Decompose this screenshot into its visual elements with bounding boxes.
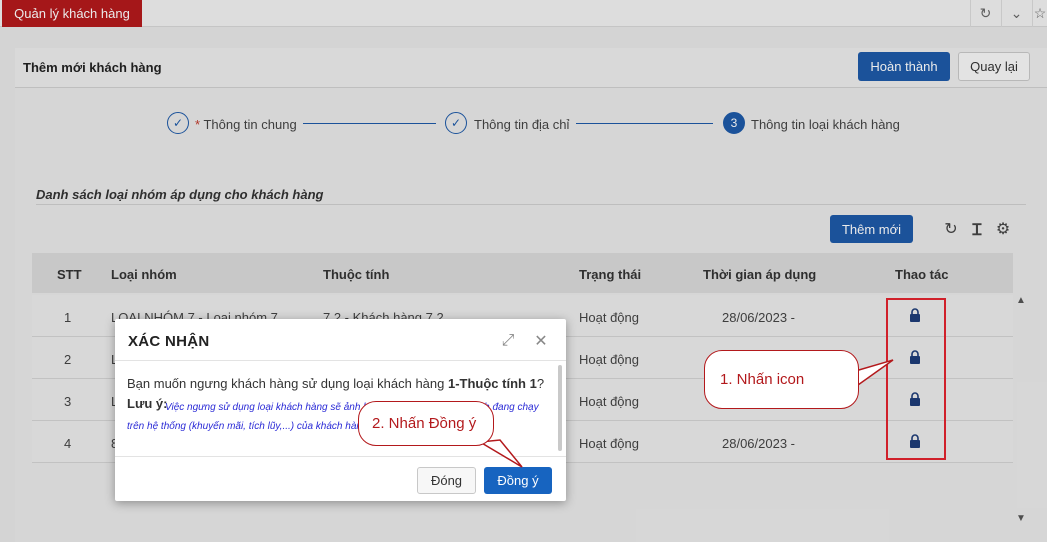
callout-2: 2. Nhấn Đồng ý — [358, 401, 494, 446]
message-prefix: Bạn muốn ngưng khách hàng sử dụng loại k… — [127, 376, 448, 391]
dialog-title: XÁC NHẬN — [128, 333, 210, 350]
callout-1: 1. Nhấn icon — [704, 350, 859, 409]
dialog-header-divider — [115, 360, 566, 361]
message-suffix: ? — [536, 376, 545, 391]
dialog-scrollbar[interactable] — [558, 365, 562, 451]
dialog-message: Bạn muốn ngưng khách hàng sử dụng loại k… — [127, 376, 544, 391]
confirm-button[interactable]: Đồng ý — [484, 467, 552, 494]
dialog-note-label: Lưu ý: — [127, 396, 168, 411]
annotation-highlight-box — [886, 298, 946, 460]
message-bold: 1-Thuộc tính 1 — [447, 376, 537, 391]
close-button[interactable]: Đóng — [417, 467, 476, 494]
close-icon[interactable]: ✕ — [532, 332, 550, 350]
expand-icon[interactable]: ⤢ — [499, 332, 517, 350]
dialog-footer-divider — [115, 456, 566, 457]
confirm-dialog: XÁC NHẬN ⤢ ✕ Bạn muốn ngưng khách hàng s… — [115, 319, 566, 501]
